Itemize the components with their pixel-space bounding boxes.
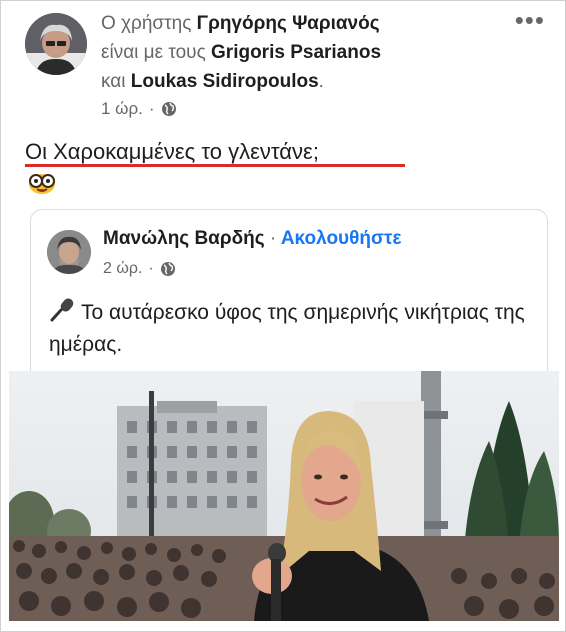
tagged-user-link-2[interactable]: Loukas Sidiropoulos <box>131 71 319 92</box>
red-underline <box>25 164 405 167</box>
shared-body: Το αυτάρεσκο ύφος της σημερινής νικήτρια… <box>49 296 529 361</box>
shared-meta: 2 ώρ. · <box>103 260 176 278</box>
follow-button[interactable]: Ακολουθήστε <box>281 228 402 249</box>
header-with-text: είναι με τους <box>101 42 206 63</box>
shared-body-text: Το αυτάρεσκο ύφος της σημερινής νικήτρια… <box>49 301 525 356</box>
shared-post-card[interactable]: Μανώλης Βαρδής · Ακολουθήστε 2 ώρ. · Το … <box>30 209 548 379</box>
photo-crowd-speaker <box>9 371 559 621</box>
shared-author-avatar[interactable] <box>47 230 91 274</box>
shared-photo[interactable] <box>9 371 559 621</box>
shared-timestamp[interactable]: 2 ώρ. <box>103 260 142 278</box>
tagged-user-link-1[interactable]: Grigoris Psarianos <box>211 42 381 63</box>
post-meta: 1 ώρ. · <box>101 99 177 119</box>
post-timestamp[interactable]: 1 ώρ. <box>101 99 143 119</box>
microphone-icon <box>50 298 74 322</box>
globe-icon <box>160 262 175 276</box>
author-name-link[interactable]: Γρηγόρης Ψαριανός <box>197 13 380 34</box>
shared-header: Μανώλης Βαρδής · Ακολουθήστε <box>103 228 401 250</box>
more-options-icon[interactable]: ••• <box>515 5 545 36</box>
header-end-punct: . <box>318 71 324 92</box>
facebook-post: Ο χρήστης Γρηγόρης Ψαριανός είναι με του… <box>0 0 566 632</box>
shared-author-link[interactable]: Μανώλης Βαρδής <box>103 228 265 249</box>
globe-icon <box>161 102 176 116</box>
author-avatar[interactable] <box>25 13 87 75</box>
nerd-glasses-emoji <box>29 174 55 194</box>
header-and-text: και <box>101 71 126 92</box>
header-prefix: Ο χρήστης <box>101 13 192 34</box>
post-header: Ο χρήστης Γρηγόρης Ψαριανός είναι με του… <box>101 9 501 96</box>
post-body-text: Οι Χαροκαμμένες το γλεντάνε; <box>25 139 319 164</box>
shared-separator: · <box>269 228 277 249</box>
